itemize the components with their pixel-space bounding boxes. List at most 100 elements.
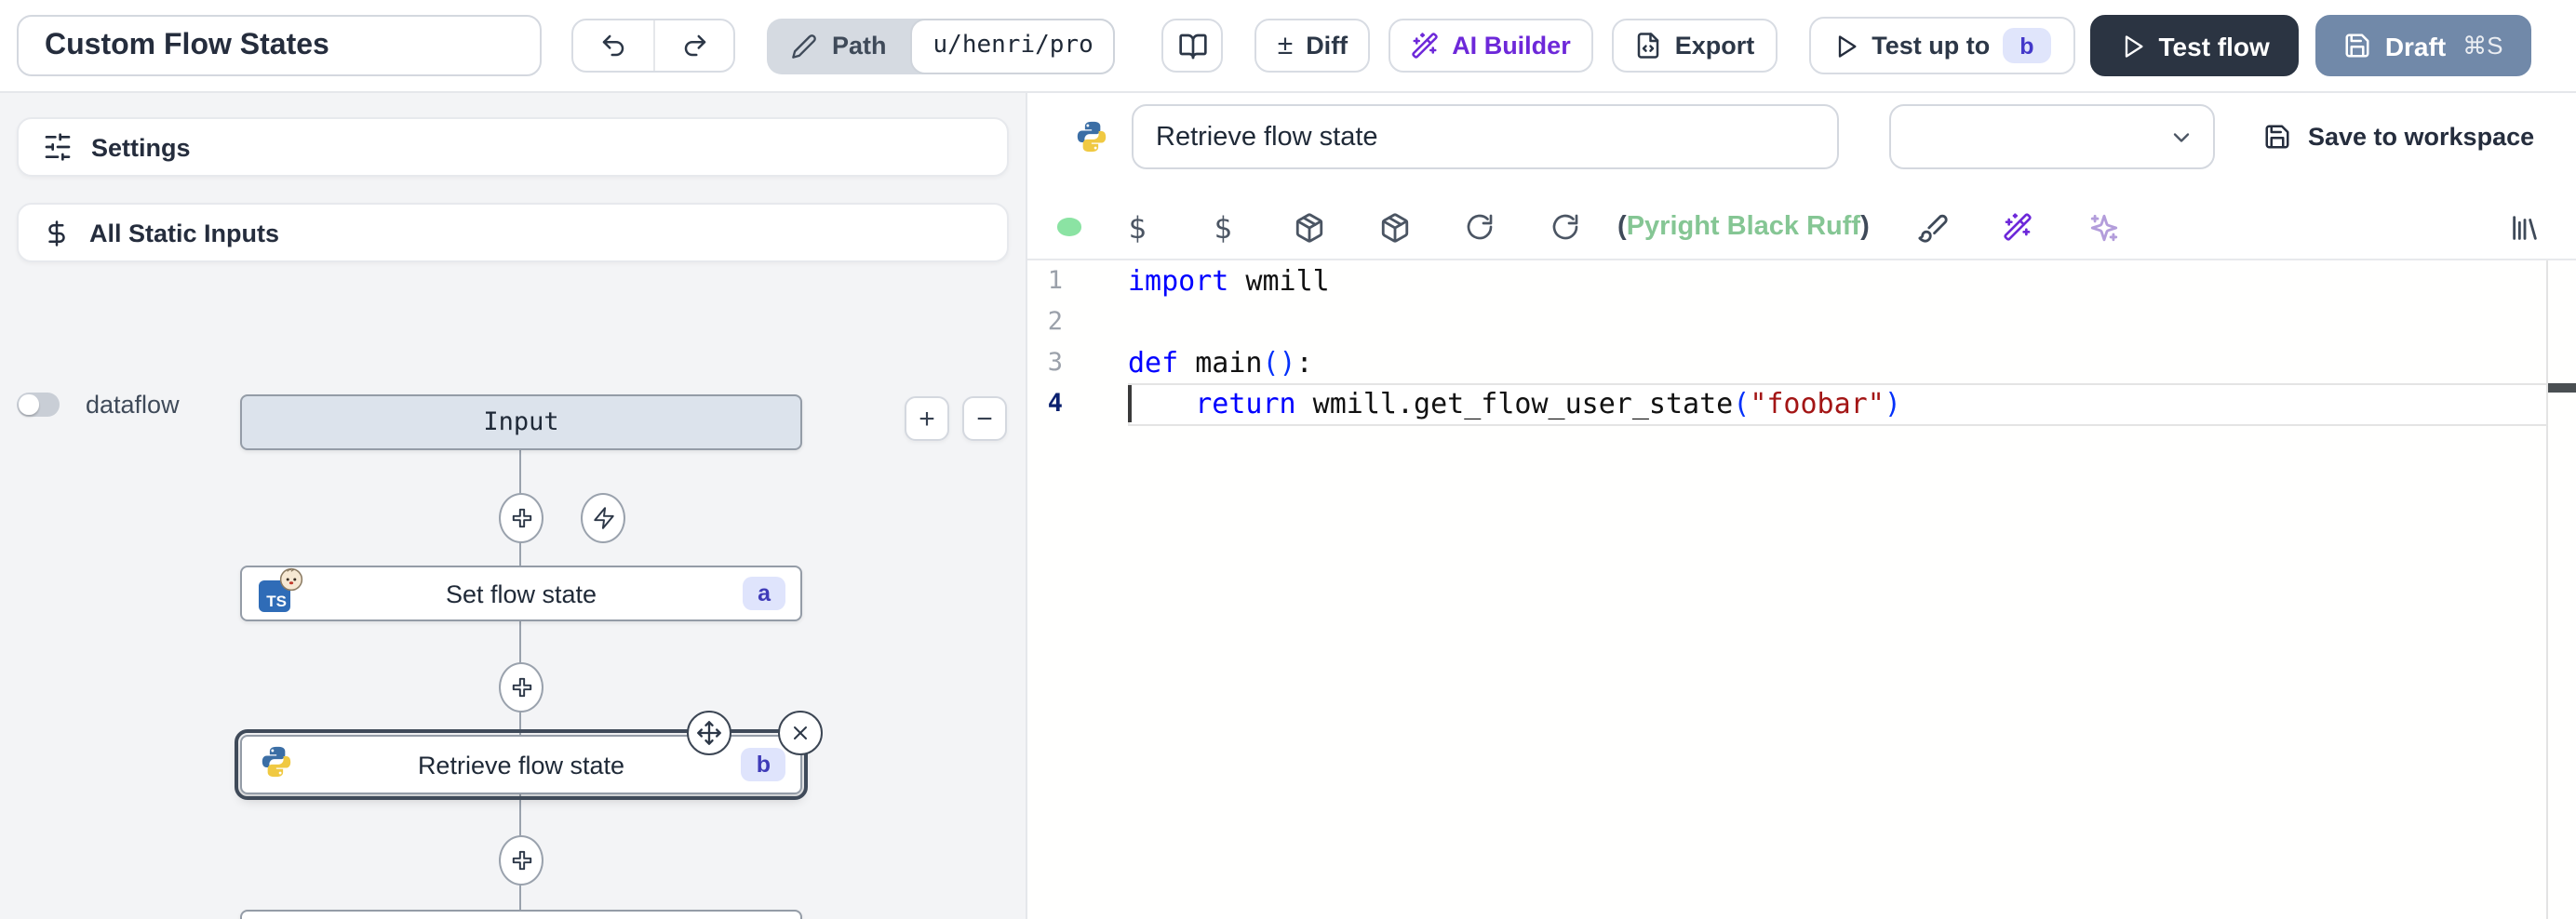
static-inputs-button[interactable]: $ [1204,209,1241,245]
test-flow-button[interactable]: Test flow [2090,15,2300,76]
test-up-to-button[interactable]: Test up to b [1808,17,2074,74]
python-icon [259,744,294,785]
move-step-button[interactable] [687,711,731,755]
redo-button[interactable] [653,20,733,71]
package-icon [1378,211,1410,243]
graph-zoom-out-button[interactable]: − [962,396,1007,441]
dataflow-toggle[interactable] [17,393,60,417]
refresh-icon [1550,212,1580,242]
code-assistants-status: (Pyright Black Ruff) [1617,212,1870,242]
step-name-input[interactable]: Retrieve flow state [1132,104,1839,169]
ai-builder-button[interactable]: AI Builder [1389,19,1593,73]
sparkles-icon [2088,211,2120,243]
line-number: 4 [1027,389,1063,419]
redo-icon [680,32,708,60]
book-open-icon [1178,31,1208,60]
docs-button[interactable] [1162,19,1224,73]
test-flow-label: Test flow [2159,31,2270,60]
code-line[interactable]: 2 [1027,301,2576,342]
step-node-a[interactable]: TS Set flow state a [240,566,802,621]
settings-button[interactable]: Settings [17,117,1009,177]
add-trigger-button[interactable] [581,493,625,543]
diff-button[interactable]: ± Diff [1255,19,1370,73]
line-number: 3 [1027,348,1063,378]
dollar-icon [43,219,71,246]
input-node-label: Input [242,407,800,437]
save-to-workspace-label: Save to workspace [2308,123,2534,151]
delete-step-button[interactable] [778,711,823,755]
test-up-to-step-badge: b [2003,28,2050,63]
flow-title: Custom Flow States [45,29,329,62]
flow-sidebar: Settings All Static Inputs dataflow + − … [0,93,1026,919]
pencil-icon [791,33,817,59]
draft-label: Draft [2385,31,2446,60]
sliders-icon [43,132,73,162]
export-label: Export [1675,32,1755,60]
lightning-icon [591,506,615,530]
diff-label: Diff [1306,32,1348,60]
line-number: 1 [1027,266,1063,296]
path-button[interactable]: Path u/henri/pro [767,18,1116,73]
editor-scrollbar-gutter[interactable] [2546,260,2548,919]
add-step-button[interactable] [499,662,543,713]
add-step-button[interactable] [499,835,543,886]
all-static-inputs-button[interactable]: All Static Inputs [17,203,1009,262]
input-node[interactable]: Input [240,394,802,450]
wand-sparkles-icon [2004,212,2033,242]
path-value[interactable]: u/henri/pro [911,18,1116,73]
save-draft-button[interactable]: Draft ⌘S [2316,15,2531,76]
all-static-inputs-label: All Static Inputs [89,219,279,246]
code-line-content: return wmill.get_flow_user_state("foobar… [1063,387,1901,420]
path-label: Path [832,32,887,60]
code-lines: 1import wmill23def main():4 return wmill… [1027,260,2576,424]
status-indicator [1057,219,1081,236]
step-node-a-badge: a [743,577,785,610]
graph-zoom-in-button[interactable]: + [905,396,949,441]
step-header: Retrieve flow state Save to workspace [1027,93,2576,180]
undo-icon [599,32,627,60]
library-button[interactable] [2505,211,2542,243]
ai-builder-label: AI Builder [1452,32,1571,60]
code-line[interactable]: 3def main(): [1027,342,2576,383]
chevron-down-icon [2168,124,2194,150]
reload-button[interactable] [1547,212,1584,242]
dataflow-toggle-row: dataflow [17,391,180,419]
step-editor-panel: Retrieve flow state Save to workspace $ … [1026,93,2576,919]
settings-label: Settings [91,133,191,161]
reload-button[interactable] [1461,212,1498,242]
flow-editor-window: Custom Flow States Path u/henri/pro ± Di… [0,0,2576,919]
play-icon [1832,33,1858,59]
static-inputs-button[interactable]: $ [1119,209,1156,245]
undo-redo-group [571,19,735,73]
package-icon [1293,211,1324,243]
result-node[interactable]: Result [240,910,802,919]
language-select[interactable] [1889,104,2215,169]
code-line[interactable]: 4 return wmill.get_flow_user_state("foob… [1027,383,2576,424]
typescript-bun-icon: TS [259,575,296,612]
draft-shortcut: ⌘S [2462,31,2502,60]
ai-generate-button[interactable] [2086,211,2123,243]
test-up-to-label: Test up to [1872,32,1990,60]
plus-icon [509,675,533,699]
step-node-a-label: Set flow state [242,579,800,607]
code-editor[interactable]: 1import wmill23def main():4 return wmill… [1027,260,2576,919]
save-to-workspace-button[interactable]: Save to workspace [2263,123,2534,151]
refresh-icon [1465,212,1495,242]
step-node-b-label: Retrieve flow state [242,751,800,779]
code-line[interactable]: 1import wmill [1027,260,2576,301]
bun-icon [279,567,303,592]
dataflow-label: dataflow [86,391,180,419]
package-button[interactable] [1290,211,1327,243]
undo-button[interactable] [573,20,653,71]
ai-assistant-button[interactable] [2000,212,2037,242]
add-step-button[interactable] [499,493,543,543]
package-button[interactable] [1375,211,1413,243]
flow-graph: dataflow + − Input TS Set flow state a [0,355,1026,919]
library-icon [2508,211,2540,243]
export-button[interactable]: Export [1612,19,1778,73]
flow-title-input[interactable]: Custom Flow States [17,15,542,76]
format-code-button[interactable] [1914,211,1952,243]
plus-icon [509,506,533,530]
step-name-value: Retrieve flow state [1156,122,1378,152]
overview-ruler-cursor-mark [2548,383,2576,393]
